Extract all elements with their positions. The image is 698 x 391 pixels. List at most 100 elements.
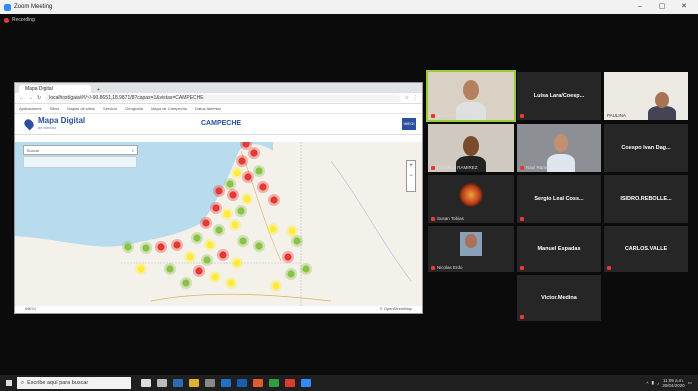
participant-tile[interactable]: DANIELA RAMIREZ: [428, 124, 514, 172]
participant-tile[interactable]: CARLOS MORENO: [426, 70, 516, 122]
cluster-marker[interactable]: [173, 241, 181, 249]
cluster-marker[interactable]: [237, 207, 245, 215]
cluster-marker[interactable]: [239, 237, 247, 245]
cluster-marker[interactable]: [223, 210, 231, 218]
participant-tile[interactable]: PAULINA: [604, 72, 688, 120]
bookmark-item[interactable]: Aplicaciones: [19, 106, 41, 111]
cluster-marker[interactable]: [229, 191, 237, 199]
address-bar[interactable]: localhost/gaia/#!/~/-90.8651,18.9871/8?c…: [45, 94, 401, 102]
reload-icon[interactable]: ↻: [37, 95, 41, 101]
recording-indicator[interactable]: Recording: [4, 17, 35, 23]
cluster-marker[interactable]: [233, 169, 241, 177]
cluster-marker[interactable]: [203, 256, 211, 264]
cluster-marker[interactable]: [186, 253, 194, 261]
cluster-marker[interactable]: [243, 195, 251, 203]
forward-arrow-icon[interactable]: →: [28, 95, 33, 101]
cluster-marker[interactable]: [195, 267, 203, 275]
excel-icon[interactable]: [269, 379, 279, 387]
avatar: [459, 183, 483, 207]
cluster-marker[interactable]: [244, 173, 252, 181]
cluster-marker[interactable]: [212, 204, 220, 212]
participant-tile[interactable]: Raul Ramos: [517, 124, 601, 172]
task-view-icon[interactable]: [157, 379, 167, 387]
bookmark-item[interactable]: Mapa de Campeche: [151, 106, 187, 111]
cluster-marker[interactable]: [284, 253, 292, 261]
edge-icon[interactable]: [173, 379, 183, 387]
map-search-input[interactable]: Buscar ⌕: [23, 145, 138, 155]
cluster-marker[interactable]: [206, 241, 214, 249]
cortana-icon[interactable]: [141, 379, 151, 387]
taskbar-search-input[interactable]: ⌕ Escribe aquí para buscar: [17, 377, 131, 389]
back-arrow-icon[interactable]: ←: [19, 95, 24, 101]
bookmark-item[interactable]: Datos Abiertos: [195, 106, 221, 111]
cluster-marker[interactable]: [288, 227, 296, 235]
bookmark-item[interactable]: Geografía: [125, 106, 143, 111]
network-icon[interactable]: ▮: [651, 380, 653, 386]
cluster-marker[interactable]: [215, 187, 223, 195]
participant-tile[interactable]: Luisa Lara/Coesp...: [517, 72, 601, 120]
tray-chevron-icon[interactable]: ^: [646, 381, 648, 386]
map-view[interactable]: Buscar ⌕ + − INEGI © OpenStreetMap: [15, 142, 422, 313]
browser-tab[interactable]: Mapa Digital: [19, 85, 91, 93]
participant-tile[interactable]: Nicolas Erdo: [428, 226, 514, 272]
menu-dots-icon[interactable]: ⋮: [413, 95, 418, 101]
maximize-button[interactable]: ▢: [652, 0, 672, 14]
participant-tile[interactable]: Susan Tobias: [428, 175, 514, 223]
mail-icon[interactable]: [221, 379, 231, 387]
cluster-marker[interactable]: [166, 265, 174, 273]
cluster-marker[interactable]: [269, 225, 277, 233]
cluster-marker[interactable]: [227, 279, 235, 287]
cluster-marker[interactable]: [124, 243, 132, 251]
cluster-marker[interactable]: [182, 279, 190, 287]
cluster-marker[interactable]: [137, 265, 145, 273]
bookmark-item[interactable]: Servicio: [103, 106, 117, 111]
site-logo[interactable]: Mapa Digital de México: [38, 117, 85, 131]
cluster-marker[interactable]: [226, 180, 234, 188]
new-tab-button[interactable]: +: [97, 87, 100, 93]
chrome-icon[interactable]: [285, 379, 295, 387]
cluster-marker[interactable]: [202, 219, 210, 227]
zoom-app-icon[interactable]: [301, 379, 311, 387]
cluster-marker[interactable]: [255, 167, 263, 175]
cluster-marker[interactable]: [259, 183, 267, 191]
cluster-marker[interactable]: [193, 234, 201, 242]
store-icon[interactable]: [205, 379, 215, 387]
cluster-marker[interactable]: [287, 270, 295, 278]
cluster-marker[interactable]: [302, 265, 310, 273]
outlook-icon[interactable]: [237, 379, 247, 387]
notifications-icon[interactable]: ▭: [688, 380, 692, 386]
star-icon[interactable]: ☆: [405, 95, 409, 101]
participant-tile[interactable]: Coespo Ivan Dag...: [604, 124, 688, 172]
participant-tile[interactable]: Sergio Leal Coss...: [517, 175, 601, 223]
map-tools-bar[interactable]: [23, 156, 137, 168]
participant-tile[interactable]: Manuel Espadas: [517, 226, 601, 272]
volume-icon[interactable]: ♪: [657, 381, 659, 386]
participant-tile[interactable]: ISIDRO.REBOLLE...: [604, 175, 688, 223]
cluster-marker[interactable]: [255, 242, 263, 250]
cluster-marker[interactable]: [142, 244, 150, 252]
powerpoint-icon[interactable]: [253, 379, 263, 387]
minimize-button[interactable]: –: [630, 0, 650, 14]
cluster-marker[interactable]: [157, 243, 165, 251]
cluster-marker[interactable]: [270, 196, 278, 204]
close-button[interactable]: ✕: [674, 0, 694, 14]
cluster-marker[interactable]: [250, 149, 258, 157]
participant-tile[interactable]: Victor.Medina: [517, 275, 601, 321]
cluster-marker[interactable]: [215, 226, 223, 234]
bookmark-item[interactable]: Mapas de sitios: [67, 106, 95, 111]
zoom-in-button[interactable]: +: [407, 161, 415, 171]
cluster-marker[interactable]: [293, 237, 301, 245]
cluster-marker[interactable]: [219, 251, 227, 259]
taskbar-clock[interactable]: 11:05 a.m. 30/04/2020: [662, 378, 685, 388]
bookmark-item[interactable]: Sitios: [49, 106, 59, 111]
cluster-marker[interactable]: [211, 273, 219, 281]
search-icon[interactable]: ⌕: [132, 148, 134, 153]
cluster-marker[interactable]: [233, 259, 241, 267]
zoom-out-button[interactable]: −: [407, 171, 415, 181]
cluster-marker[interactable]: [231, 221, 239, 229]
cluster-marker[interactable]: [238, 157, 246, 165]
cluster-marker[interactable]: [272, 282, 280, 290]
windows-start-icon[interactable]: [6, 380, 12, 386]
file-explorer-icon[interactable]: [189, 379, 199, 387]
participant-tile[interactable]: CARLOS.VALLE: [604, 226, 688, 272]
